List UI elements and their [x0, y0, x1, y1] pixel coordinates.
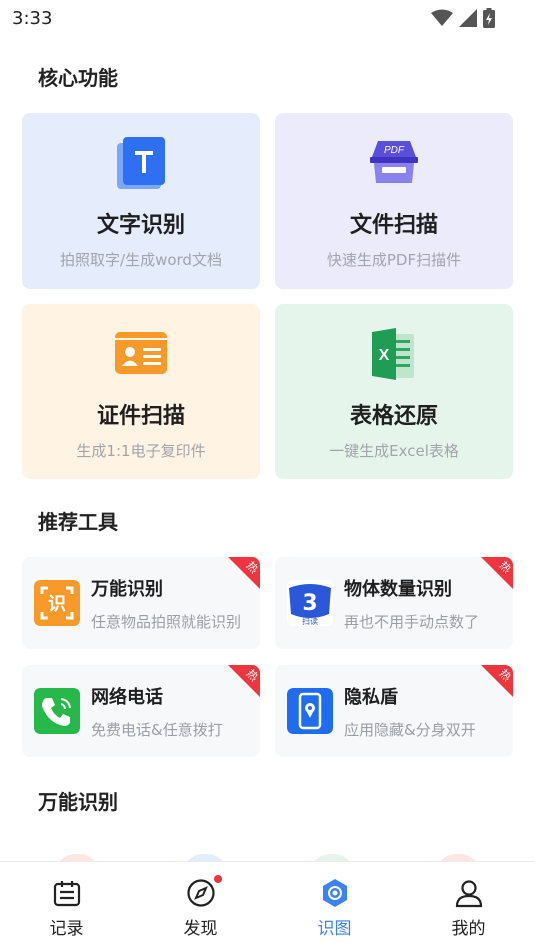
card-title: 证件扫描 — [96, 404, 185, 429]
profile-icon — [455, 880, 482, 908]
card-subtitle: 生成1:1电子复印件 — [76, 442, 206, 460]
tab-discover[interactable]: 发现 — [134, 862, 267, 951]
card-id-scan[interactable]: 证件扫描 生成1:1电子复印件 — [22, 304, 260, 479]
object-count-icon: 3 扫读 — [287, 580, 333, 626]
scan-image-icon — [322, 879, 347, 907]
phone-icon — [34, 688, 80, 734]
card-file-scan[interactable]: PDF 文件扫描 快速生成PDF扫描件 — [275, 113, 513, 289]
id-card-icon — [115, 332, 167, 374]
record-icon — [53, 881, 80, 907]
status-time: 3:33 — [12, 8, 53, 29]
status-icons — [431, 8, 495, 28]
tool-network-phone[interactable]: 网络电话 免费电话&任意拨打 热 — [22, 665, 260, 757]
card-subtitle: 快速生成PDF扫描件 — [326, 251, 462, 269]
battery-icon — [483, 8, 495, 28]
hot-badge: 热 — [481, 665, 513, 697]
excel-label: X — [379, 347, 390, 364]
tool-title: 物体数量识别 — [344, 579, 452, 600]
tool-object-count[interactable]: 3 扫读 物体数量识别 再也不用手动点数了 热 — [275, 557, 513, 649]
signal-icon — [459, 9, 477, 27]
tool-privacy-shield[interactable]: 隐私盾 应用隐藏&分身双开 热 — [275, 665, 513, 757]
hot-badge: 热 — [481, 557, 513, 589]
universal-recognition-icon: 识 — [34, 580, 80, 626]
tab-scan-image[interactable]: 识图 — [268, 862, 401, 951]
tool-title: 万能识别 — [91, 579, 163, 600]
tool-subtitle: 免费电话&任意拨打 — [91, 721, 223, 739]
object-count-digit: 3 — [302, 591, 317, 616]
tab-profile[interactable]: 我的 — [402, 862, 535, 951]
status-bar: 3:33 — [0, 0, 535, 36]
bottom-tab-bar: 记录 发现 识图 我的 — [0, 861, 535, 951]
card-subtitle: 拍照取字/生成word文档 — [60, 251, 222, 269]
hot-badge: 热 — [228, 557, 260, 589]
tab-label: 识图 — [317, 919, 352, 939]
pdf-label: PDF — [384, 145, 405, 156]
tool-subtitle: 任意物品拍照就能识别 — [91, 613, 242, 631]
card-text-recognition[interactable]: 文字识别 拍照取字/生成word文档 — [22, 113, 260, 289]
tab-label: 发现 — [183, 919, 218, 939]
tool-title: 网络电话 — [91, 687, 163, 708]
card-title: 文字识别 — [96, 213, 185, 238]
universal-recognition-glyph: 识 — [48, 594, 66, 615]
tool-title: 隐私盾 — [344, 687, 398, 708]
compass-icon — [186, 879, 215, 907]
card-title: 文件扫描 — [349, 213, 438, 238]
tab-label: 记录 — [49, 919, 84, 939]
tool-universal-recognition[interactable]: 识 万能识别 任意物品拍照就能识别 热 — [22, 557, 260, 649]
hot-badge: 热 — [228, 665, 260, 697]
tab-label: 我的 — [451, 919, 486, 939]
pdf-scan-icon: PDF — [370, 141, 418, 183]
privacy-shield-icon — [287, 688, 333, 734]
object-count-label: 扫读 — [302, 616, 318, 626]
excel-icon: X — [372, 328, 414, 380]
notification-dot — [214, 875, 222, 883]
tool-subtitle: 再也不用手动点数了 — [344, 613, 480, 631]
section-title-core: 核心功能 — [38, 66, 118, 90]
wifi-icon — [431, 9, 453, 26]
card-subtitle: 一键生成Excel表格 — [329, 442, 459, 460]
card-title: 表格还原 — [349, 404, 438, 429]
section-title-tools: 推荐工具 — [38, 510, 118, 534]
card-table-restore[interactable]: X 表格还原 一键生成Excel表格 — [275, 304, 513, 479]
section-title-universal: 万能识别 — [38, 790, 118, 814]
tab-record[interactable]: 记录 — [0, 862, 133, 951]
text-recognition-icon — [117, 137, 165, 189]
tool-subtitle: 应用隐藏&分身双开 — [344, 721, 476, 739]
